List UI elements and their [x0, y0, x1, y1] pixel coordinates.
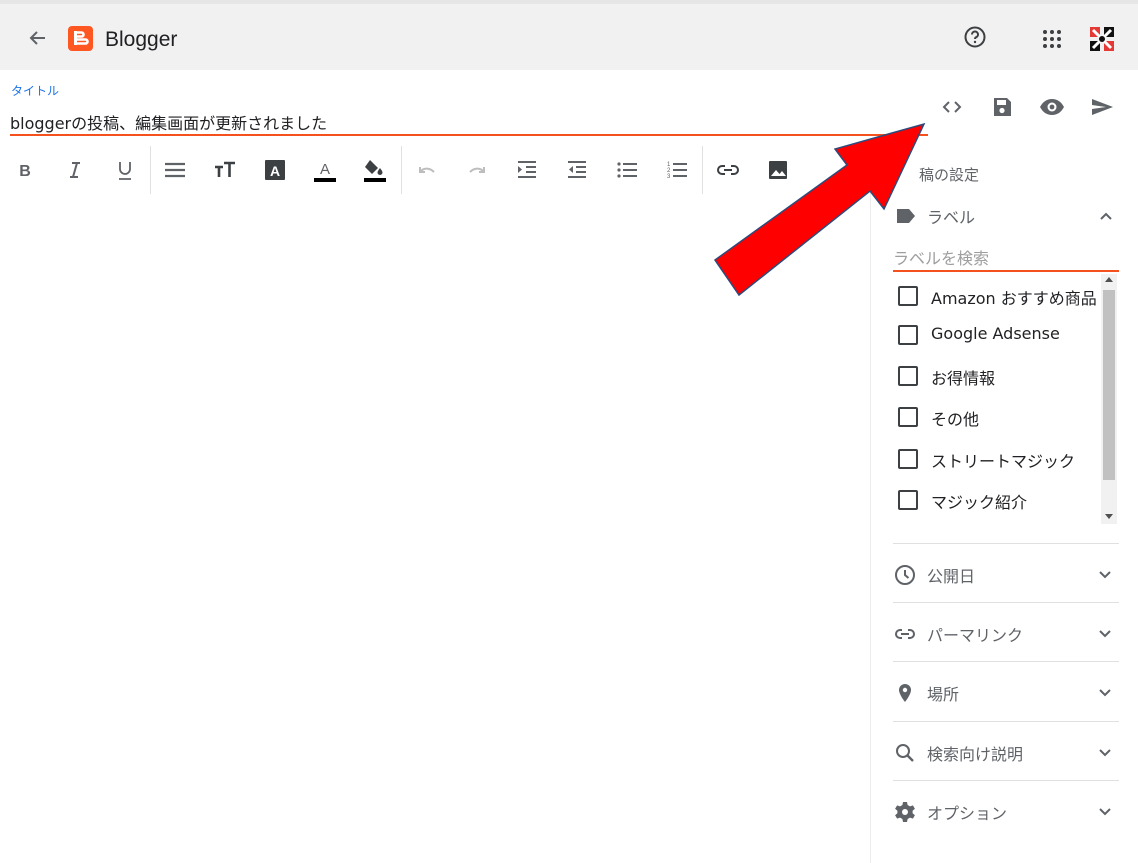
label-item-text: その他: [931, 410, 980, 429]
redo-icon[interactable]: [462, 155, 492, 185]
publish-icon[interactable]: [1088, 93, 1116, 121]
section-permalink[interactable]: パーマリンク: [893, 602, 1119, 661]
label-item-text: お得情報: [931, 369, 996, 388]
link-icon[interactable]: [713, 155, 743, 185]
label-item-text: Google Adsense: [931, 324, 1060, 343]
account-avatar[interactable]: [1089, 26, 1115, 52]
section-label: パーマリンク: [927, 626, 1024, 645]
label-item[interactable]: マジック紹介: [893, 483, 1103, 513]
section-label: オプション: [927, 804, 1008, 823]
italic-icon[interactable]: [60, 155, 90, 185]
label-item[interactable]: Google Adsense: [893, 318, 1103, 348]
label-checkbox[interactable]: [898, 366, 918, 386]
title-label: タイトル: [11, 84, 60, 98]
gear-icon: [893, 800, 917, 824]
label-checkbox[interactable]: [898, 490, 918, 510]
search-icon: [893, 741, 917, 765]
bulleted-list-icon[interactable]: [612, 155, 642, 185]
clock-icon: [893, 563, 917, 587]
apps-grid-icon[interactable]: [1040, 27, 1064, 51]
indent-icon[interactable]: [512, 155, 542, 185]
text-color-icon[interactable]: A: [260, 155, 290, 185]
paragraph-style-icon[interactable]: [160, 155, 190, 185]
label-checkbox[interactable]: [898, 286, 918, 306]
label-checkbox[interactable]: [898, 407, 918, 427]
chevron-up-icon[interactable]: [1096, 206, 1116, 226]
labels-section-title[interactable]: ラベル: [927, 204, 975, 228]
label-item[interactable]: その他: [893, 400, 1103, 430]
chevron-down-icon[interactable]: [1095, 683, 1115, 703]
scrollbar-thumb[interactable]: [1103, 290, 1115, 480]
arrow-back-icon[interactable]: [24, 24, 52, 52]
section-location[interactable]: 場所: [893, 661, 1119, 720]
app-title: Blogger: [105, 28, 178, 51]
label-list: Amazon おすすめ商品 Google Adsense お得情報 その他 スト…: [893, 276, 1119, 524]
section-options[interactable]: オプション: [893, 780, 1119, 839]
toolbar-divider: [150, 146, 151, 194]
label-checkbox[interactable]: [898, 449, 918, 469]
section-label: 検索向け説明: [927, 745, 1024, 764]
scroll-up-arrow-icon[interactable]: [1105, 277, 1113, 282]
section-search-description[interactable]: 検索向け説明: [893, 721, 1119, 780]
outdent-icon[interactable]: [562, 155, 592, 185]
image-icon[interactable]: [763, 155, 793, 185]
label-item[interactable]: お得情報: [893, 359, 1103, 389]
label-item[interactable]: Amazon おすすめ商品: [893, 279, 1103, 309]
toolbar-divider: [401, 146, 402, 194]
preview-icon[interactable]: [1038, 93, 1066, 121]
chevron-down-icon[interactable]: [1095, 565, 1115, 585]
label-checkbox[interactable]: [898, 325, 918, 345]
bold-icon[interactable]: B: [10, 155, 40, 185]
font-color-icon[interactable]: A: [310, 155, 340, 185]
label-item-text: ストリートマジック: [931, 452, 1076, 471]
blogger-logo-icon: [68, 26, 93, 51]
link-icon: [893, 622, 917, 646]
highlight-color-icon[interactable]: [360, 155, 390, 185]
section-label: 公開日: [927, 567, 976, 586]
svg-text:B: B: [19, 163, 31, 180]
chevron-down-icon[interactable]: [1095, 624, 1115, 644]
save-icon[interactable]: [988, 93, 1016, 121]
post-settings-panel: 稿の設定 ラベル Amazon おすすめ商品 Google Adsense お得…: [870, 140, 1138, 863]
panel-heading: 稿の設定: [919, 166, 980, 184]
section-publish-date[interactable]: 公開日: [893, 543, 1119, 602]
chevron-down-icon[interactable]: [1095, 743, 1115, 763]
svg-text:A: A: [320, 161, 330, 178]
post-title-input[interactable]: [10, 110, 928, 136]
svg-text:A: A: [270, 163, 280, 179]
font-size-icon[interactable]: [210, 155, 240, 185]
toolbar-divider: [702, 146, 703, 194]
scroll-down-arrow-icon[interactable]: [1105, 514, 1113, 519]
label-tag-icon: [895, 206, 917, 226]
html-view-icon[interactable]: [938, 93, 966, 121]
label-search-input[interactable]: [893, 246, 1119, 272]
undo-icon[interactable]: [412, 155, 442, 185]
numbered-list-icon[interactable]: 123: [662, 155, 692, 185]
top-bar: Blogger: [0, 0, 1138, 70]
chevron-down-icon[interactable]: [1095, 802, 1115, 822]
svg-text:3: 3: [667, 174, 671, 180]
section-label: 場所: [927, 685, 960, 704]
label-item-text: Amazon おすすめ商品: [931, 289, 1097, 308]
underline-icon[interactable]: [110, 155, 140, 185]
location-pin-icon: [893, 681, 917, 705]
label-item[interactable]: ストリートマジック: [893, 442, 1103, 472]
label-item-text: マジック紹介: [931, 493, 1028, 512]
help-circle-icon[interactable]: [962, 24, 988, 50]
blogger-editor-window: Blogger タイトル bloggerの投稿、編集画面が更新されました B A…: [0, 0, 1138, 863]
